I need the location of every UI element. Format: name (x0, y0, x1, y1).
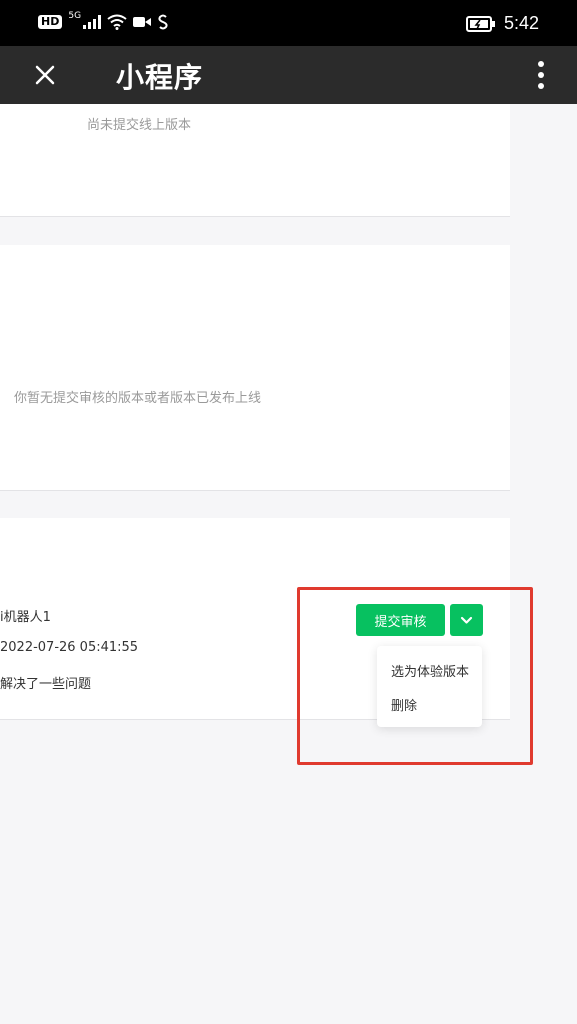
submitter-name: i机器人1 (0, 610, 51, 625)
version-actions-menu: 选为体验版本 删除 (377, 646, 482, 727)
more-actions-dropdown-button[interactable] (450, 604, 483, 636)
review-version-empty-text: 你暂无提交审核的版本或者版本已发布上线 (14, 391, 262, 406)
menu-item-set-experience-version[interactable]: 选为体验版本 (391, 661, 469, 680)
version-description: 解决了一些问题 (0, 677, 92, 692)
battery-icon (465, 15, 495, 32)
status-bar: HD 5G 5:42 (0, 0, 577, 46)
status-right-group: 5:42 (465, 13, 539, 34)
nav-bar: 小程序 (0, 46, 577, 104)
submit-time: 2022-07-26 05:41:55 (0, 640, 139, 655)
clock: 5:42 (503, 13, 539, 33)
chevron-down-icon (460, 616, 473, 624)
link-icon (158, 14, 168, 30)
status-left-group: HD 5G (38, 11, 169, 30)
hd-badge: HD (38, 15, 63, 29)
more-vertical-icon[interactable] (532, 58, 550, 92)
online-version-empty-text: 尚未提交线上版本 (87, 118, 192, 133)
signal-icon (83, 15, 102, 29)
wifi-icon (107, 14, 127, 30)
menu-item-delete[interactable]: 删除 (391, 695, 417, 714)
network-type-label: 5G (68, 11, 82, 21)
review-version-card: 你暂无提交审核的版本或者版本已发布上线 (0, 245, 510, 491)
close-icon[interactable] (30, 60, 60, 90)
submit-review-button[interactable]: 提交审核 (356, 604, 445, 636)
online-version-card: 尚未提交线上版本 (0, 104, 510, 217)
camera-icon (133, 17, 152, 27)
page-title: 小程序 (116, 61, 204, 94)
